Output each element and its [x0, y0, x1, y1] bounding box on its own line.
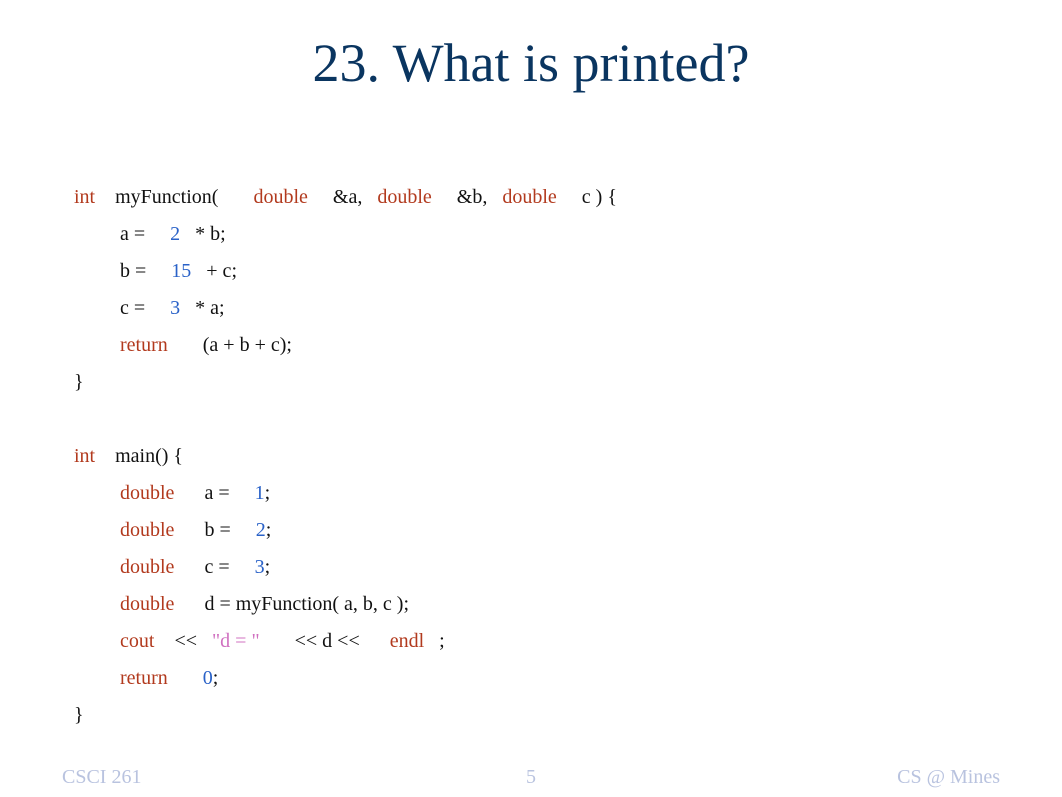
keyword-cout: cout — [120, 631, 154, 651]
keyword-double: double — [120, 557, 174, 577]
code-text: &b, — [432, 187, 503, 207]
code-text: ; — [266, 520, 272, 540]
keyword-endl: endl — [390, 631, 424, 651]
code-line: } — [74, 696, 617, 733]
footer-page: 5 — [526, 766, 536, 789]
code-text: c = — [120, 298, 170, 318]
code-line: double a = 1; — [74, 474, 617, 511]
keyword-double: double — [120, 594, 174, 614]
keyword-double: double — [253, 187, 307, 207]
code-line: int main() { — [74, 437, 617, 474]
code-text: * a; — [180, 298, 224, 318]
code-line: return (a + b + c); — [74, 326, 617, 363]
keyword-int: int — [74, 446, 95, 466]
number-literal: 0 — [203, 668, 213, 688]
code-text: main() { — [95, 446, 183, 466]
code-text: &a, — [308, 187, 377, 207]
code-line: cout << "d = " << d << endl ; — [74, 622, 617, 659]
number-literal: 2 — [256, 520, 266, 540]
number-literal: 15 — [171, 261, 191, 281]
code-text: ; — [265, 483, 271, 503]
keyword-return: return — [120, 668, 168, 688]
keyword-double: double — [377, 187, 431, 207]
code-text: myFunction( — [95, 187, 253, 207]
keyword-double: double — [120, 483, 174, 503]
footer-left: CSCI 261 — [62, 766, 141, 789]
code-text: * b; — [180, 224, 226, 244]
slide-footer: CSCI 261 5 CS @ Mines — [0, 759, 1062, 789]
code-text: << — [154, 631, 212, 651]
code-text: b = — [120, 261, 171, 281]
number-literal: 3 — [170, 298, 180, 318]
code-text: a = — [120, 224, 170, 244]
code-line: double d = myFunction( a, b, c ); — [74, 585, 617, 622]
code-text: + c; — [191, 261, 237, 281]
code-text: d = myFunction( a, b, c ); — [174, 594, 409, 614]
code-line: b = 15 + c; — [74, 252, 617, 289]
string-literal: "d = " — [212, 631, 260, 651]
code-text: } — [74, 372, 84, 392]
code-text: ; — [424, 631, 445, 651]
blank-line — [74, 400, 617, 437]
keyword-int: int — [74, 187, 95, 207]
code-line: return 0; — [74, 659, 617, 696]
number-literal: 2 — [170, 224, 180, 244]
code-text — [168, 668, 203, 688]
code-text: ; — [265, 557, 271, 577]
footer-right: CS @ Mines — [897, 766, 1000, 789]
slide-title: 23. What is printed? — [0, 0, 1062, 94]
code-text: c = — [174, 557, 254, 577]
number-literal: 3 — [255, 557, 265, 577]
code-line: int myFunction( double &a, double &b, do… — [74, 178, 617, 215]
code-line: double b = 2; — [74, 511, 617, 548]
number-literal: 1 — [255, 483, 265, 503]
code-text: a = — [174, 483, 254, 503]
code-line: double c = 3; — [74, 548, 617, 585]
keyword-double: double — [502, 187, 556, 207]
keyword-double: double — [120, 520, 174, 540]
code-block: int myFunction( double &a, double &b, do… — [74, 178, 617, 733]
code-text: b = — [174, 520, 255, 540]
code-text: } — [74, 705, 84, 725]
code-text: c ) { — [557, 187, 617, 207]
code-line: a = 2 * b; — [74, 215, 617, 252]
code-text: ; — [213, 668, 219, 688]
keyword-return: return — [120, 335, 168, 355]
code-line: } — [74, 363, 617, 400]
code-line: c = 3 * a; — [74, 289, 617, 326]
code-text: (a + b + c); — [168, 335, 292, 355]
code-text: << d << — [260, 631, 390, 651]
